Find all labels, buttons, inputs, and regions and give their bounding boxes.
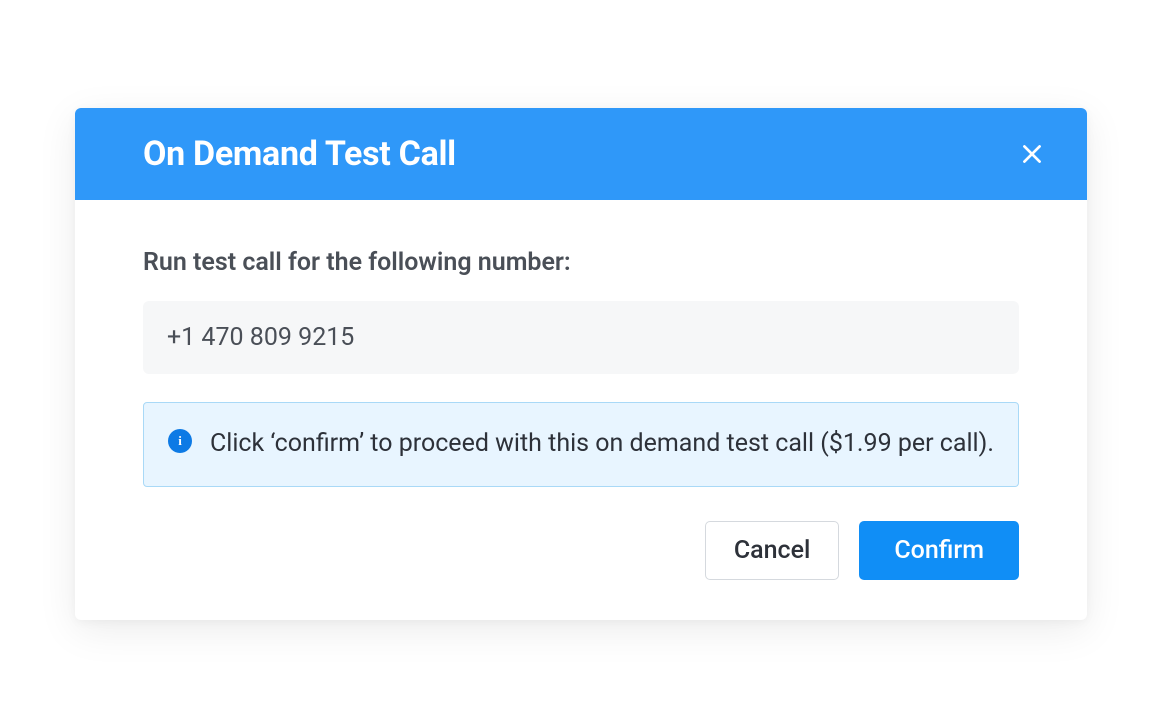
cancel-button[interactable]: Cancel (705, 521, 840, 580)
close-icon (1019, 141, 1045, 167)
modal-header: On Demand Test Call (75, 108, 1087, 200)
prompt-text: Run test call for the following number: (143, 248, 1019, 277)
confirm-button[interactable]: Confirm (859, 521, 1019, 580)
modal-title: On Demand Test Call (143, 134, 456, 174)
info-message: Click ‘confirm’ to proceed with this on … (210, 425, 994, 464)
phone-number-input[interactable] (143, 301, 1019, 374)
close-button[interactable] (1013, 135, 1051, 173)
info-icon: i (168, 429, 192, 453)
modal-dialog: On Demand Test Call Run test call for th… (75, 108, 1087, 620)
modal-actions: Cancel Confirm (143, 521, 1019, 580)
info-banner: i Click ‘confirm’ to proceed with this o… (143, 402, 1019, 487)
modal-body: Run test call for the following number: … (75, 200, 1087, 620)
